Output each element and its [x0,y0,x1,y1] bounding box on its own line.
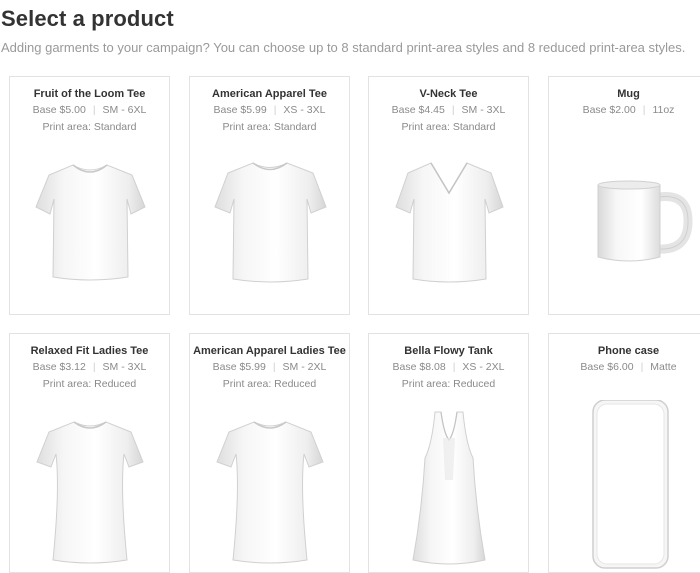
product-name: American Apparel Ladies Tee [193,345,346,357]
product-name: Mug [617,88,640,100]
product-finish: Matte [650,361,677,373]
product-size-range: SM - 3XL [461,104,506,116]
tank-top-icon [369,400,528,570]
separator: | [451,104,455,116]
product-meta: Base $4.45 | SM - 3XL [369,104,528,116]
product-print-area: Print area: Reduced [222,378,317,390]
separator: | [92,104,96,116]
product-card-relaxed-fit-ladies-tee[interactable]: Relaxed Fit Ladies Tee Base $3.12 | SM - 3… [9,333,170,573]
product-name: American Apparel Tee [212,88,327,100]
product-size-range: XS - 3XL [283,104,326,116]
separator: | [272,361,276,373]
product-name: Phone case [597,345,660,357]
product-print-area: Print area: Reduced [401,378,496,390]
product-card-v-neck-tee[interactable]: V-Neck Tee Base $4.45 | SM - 3XL Print are… [368,76,529,315]
product-card-bella-flowy-tank[interactable]: Bella Flowy Tank Base $8.08 | XS - 2XL Pri… [368,333,529,573]
separator: | [452,361,456,373]
vneck-tshirt-icon [369,153,528,293]
product-name: V-Neck Tee [419,88,478,100]
separator: | [92,361,96,373]
product-base-price: Base $2.00 [582,104,636,116]
product-meta: Base $5.99 | XS - 3XL [190,104,349,116]
product-card-phone-case[interactable]: Phone case Base $6.00 | Matte [548,333,700,573]
product-base-price: Base $4.45 [391,104,445,116]
product-print-area: Print area: Reduced [42,378,137,390]
product-base-price: Base $5.00 [32,104,86,116]
product-card-fruit-of-the-loom-tee[interactable]: Fruit of the Loom Tee Base $5.00 | SM - 6X… [9,76,170,315]
product-base-price: Base $5.99 [213,104,267,116]
product-meta: Base $5.00 | SM - 6XL [10,104,169,116]
product-name: Relaxed Fit Ladies Tee [30,345,149,357]
product-base-price: Base $5.99 [212,361,266,373]
product-print-area: Print area: Standard [42,121,137,133]
product-base-price: Base $8.08 [392,361,446,373]
ladies-tshirt-icon [10,400,169,570]
ladies-tshirt-icon [190,400,349,570]
page-subtitle: Adding garments to your campaign? You ca… [1,40,686,55]
product-card-american-apparel-tee[interactable]: American Apparel Tee Base $5.99 | XS - 3XL… [189,76,350,315]
tshirt-icon [10,153,169,293]
product-size-range: SM - 6XL [102,104,147,116]
separator: | [642,104,646,116]
product-meta: Base $3.12 | SM - 3XL [10,361,169,373]
product-name: Bella Flowy Tank [404,345,493,357]
product-card-mug[interactable]: Mug Base $2.00 | 11oz [548,76,700,315]
product-name: Fruit of the Loom Tee [33,88,146,100]
product-base-price: Base $3.12 [32,361,86,373]
product-capacity: 11oz [652,104,675,116]
mug-icon [549,153,700,293]
product-print-area: Print area: Standard [222,121,317,133]
product-size-range: XS - 2XL [462,361,505,373]
phone-case-icon [549,400,700,570]
product-print-area: Print area: Standard [401,121,496,133]
product-card-american-apparel-ladies-tee[interactable]: American Apparel Ladies Tee Base $5.99 | S… [189,333,350,573]
product-base-price: Base $6.00 [580,361,634,373]
separator: | [273,104,277,116]
product-meta: Base $2.00 | 11oz [549,104,700,116]
tshirt-icon [190,153,349,293]
product-size-range: SM - 2XL [282,361,327,373]
separator: | [640,361,644,373]
product-meta: Base $5.99 | SM - 2XL [190,361,349,373]
product-meta: Base $8.08 | XS - 2XL [369,361,528,373]
product-size-range: SM - 3XL [102,361,147,373]
page-title: Select a product [1,6,174,31]
product-meta: Base $6.00 | Matte [549,361,700,373]
